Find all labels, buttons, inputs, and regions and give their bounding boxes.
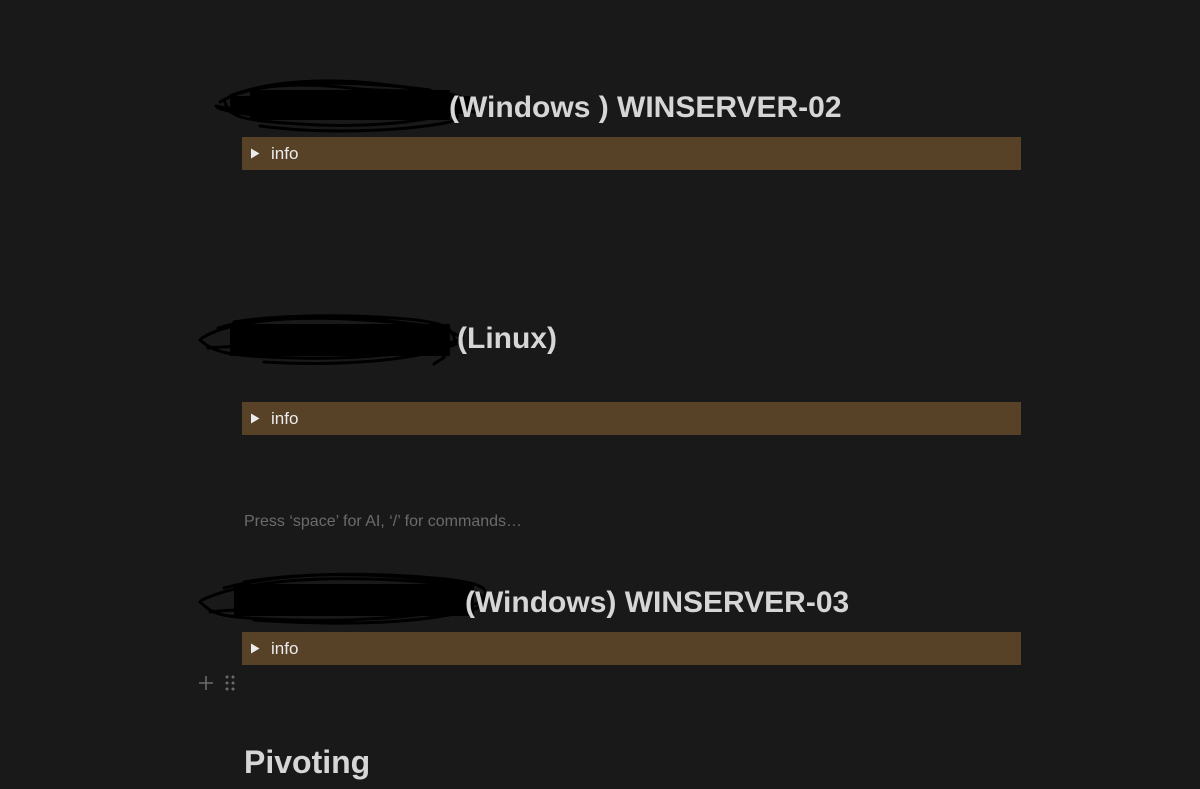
toggle-label: info bbox=[271, 638, 299, 658]
toggle-block-info[interactable]: info bbox=[242, 137, 1021, 170]
block-handles bbox=[197, 673, 239, 693]
redaction-scribble bbox=[198, 314, 465, 366]
drag-handle-icon[interactable] bbox=[221, 673, 239, 693]
redaction-scribble bbox=[214, 79, 477, 133]
plus-icon[interactable] bbox=[197, 673, 215, 693]
toggle-label: info bbox=[271, 143, 299, 163]
triangle-right-icon[interactable] bbox=[238, 402, 271, 435]
toggle-heading-winserver-03[interactable]: (Windows) WINSERVER-03 bbox=[465, 583, 849, 623]
redaction-scribble bbox=[198, 572, 489, 625]
editor-placeholder[interactable]: Press ‘space’ for AI, ‘/’ for commands… bbox=[244, 513, 522, 531]
toggle-label: info bbox=[271, 408, 299, 428]
triangle-right-icon[interactable] bbox=[238, 137, 271, 170]
triangle-right-icon[interactable] bbox=[238, 632, 271, 665]
toggle-heading-winserver-02[interactable]: (Windows ) WINSERVER-02 bbox=[449, 88, 842, 128]
toggle-block-info[interactable]: info bbox=[242, 402, 1021, 435]
notion-page: (Windows ) WINSERVER-02 info (Linux) inf… bbox=[0, 0, 1200, 789]
toggle-block-info[interactable]: info bbox=[242, 632, 1021, 665]
toggle-heading-linux[interactable]: (Linux) bbox=[457, 319, 557, 359]
section-heading[interactable]: Pivoting bbox=[244, 740, 370, 784]
